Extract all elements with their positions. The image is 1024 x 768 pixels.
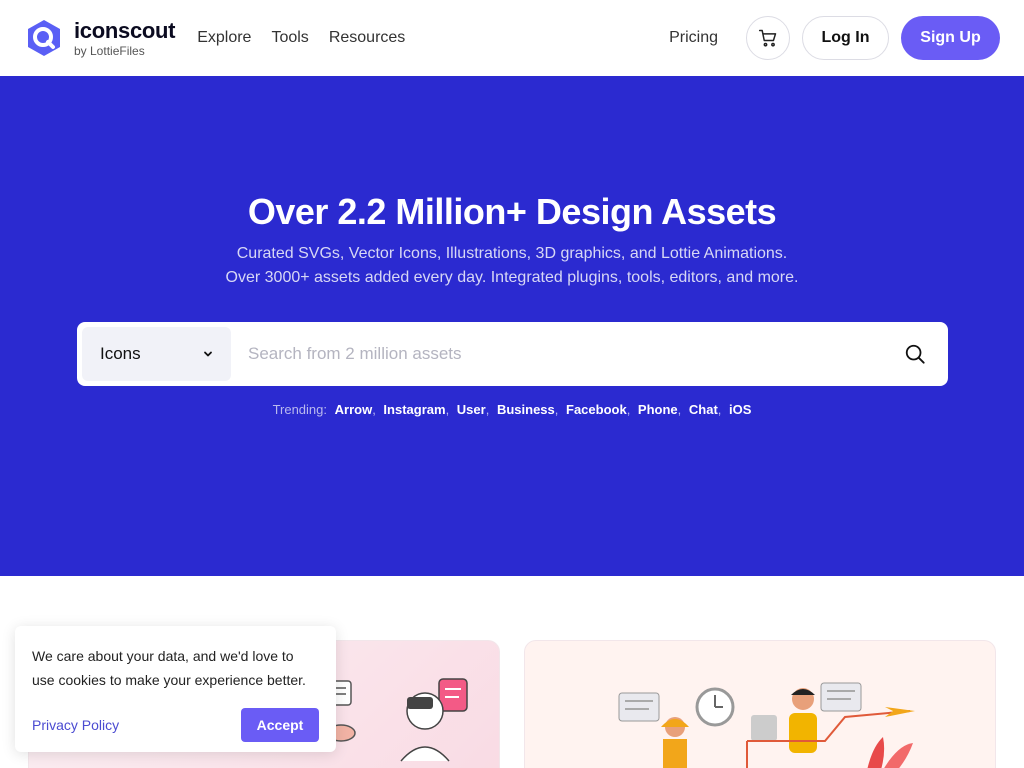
trending-tags: Trending: Arrow, Instagram, User, Busine… [272, 402, 752, 417]
hero-subtitle-line2: Over 3000+ assets added every day. Integ… [225, 269, 799, 286]
login-button[interactable]: Log In [802, 16, 889, 60]
trending-tag[interactable]: Arrow [335, 402, 373, 417]
main-nav: Explore Tools Resources [197, 29, 405, 47]
nav-resources[interactable]: Resources [329, 29, 405, 47]
search-icon [905, 344, 925, 364]
signup-button[interactable]: Sign Up [901, 16, 1000, 60]
search-input[interactable] [231, 327, 887, 381]
accept-cookies-button[interactable]: Accept [241, 708, 319, 742]
logo-byline: by LottieFiles [74, 43, 145, 58]
hero-subtitle-line1: Curated SVGs, Vector Icons, Illustration… [236, 245, 788, 262]
trending-tag[interactable]: Chat [689, 402, 718, 417]
trending-tag[interactable]: Business [497, 402, 555, 417]
illustration-team-work [618, 682, 915, 768]
asset-type-label: Icons [100, 344, 141, 363]
hero-title: Over 2.2 Million+ Design Assets [247, 191, 777, 232]
trending-tag[interactable]: User [457, 402, 486, 417]
cookie-message: We care about your data, and we'd love t… [32, 648, 306, 688]
feature-card[interactable] [524, 640, 996, 768]
chevron-down-icon [204, 351, 212, 357]
logo[interactable]: iconscout by LottieFiles [24, 17, 176, 58]
iconscout-logo-icon [28, 20, 60, 56]
nav-tools[interactable]: Tools [271, 29, 308, 47]
cookie-consent-popup: We care about your data, and we'd love t… [15, 626, 336, 752]
privacy-policy-link[interactable]: Privacy Policy [32, 717, 119, 733]
trending-tag[interactable]: Facebook [566, 402, 627, 417]
logo-name: iconscout [74, 17, 176, 43]
trending-tag[interactable]: iOS [729, 402, 751, 417]
header-actions: Pricing Log In Sign Up [669, 16, 1000, 60]
nav-explore[interactable]: Explore [197, 29, 251, 47]
nav-pricing[interactable]: Pricing [669, 29, 718, 47]
hero-section: Over 2.2 Million+ Design Assets Curated … [0, 76, 1024, 576]
cart-icon [758, 29, 777, 47]
trending-label: Trending: [272, 402, 327, 417]
cart-button[interactable] [746, 16, 790, 60]
search-bar: Icons [77, 322, 948, 386]
search-button[interactable] [887, 327, 943, 381]
trending-tag[interactable]: Instagram [383, 402, 445, 417]
trending-tag[interactable]: Phone [638, 402, 678, 417]
asset-type-dropdown[interactable]: Icons [82, 327, 231, 381]
site-header: iconscout by LottieFiles Explore Tools R… [0, 0, 1024, 76]
